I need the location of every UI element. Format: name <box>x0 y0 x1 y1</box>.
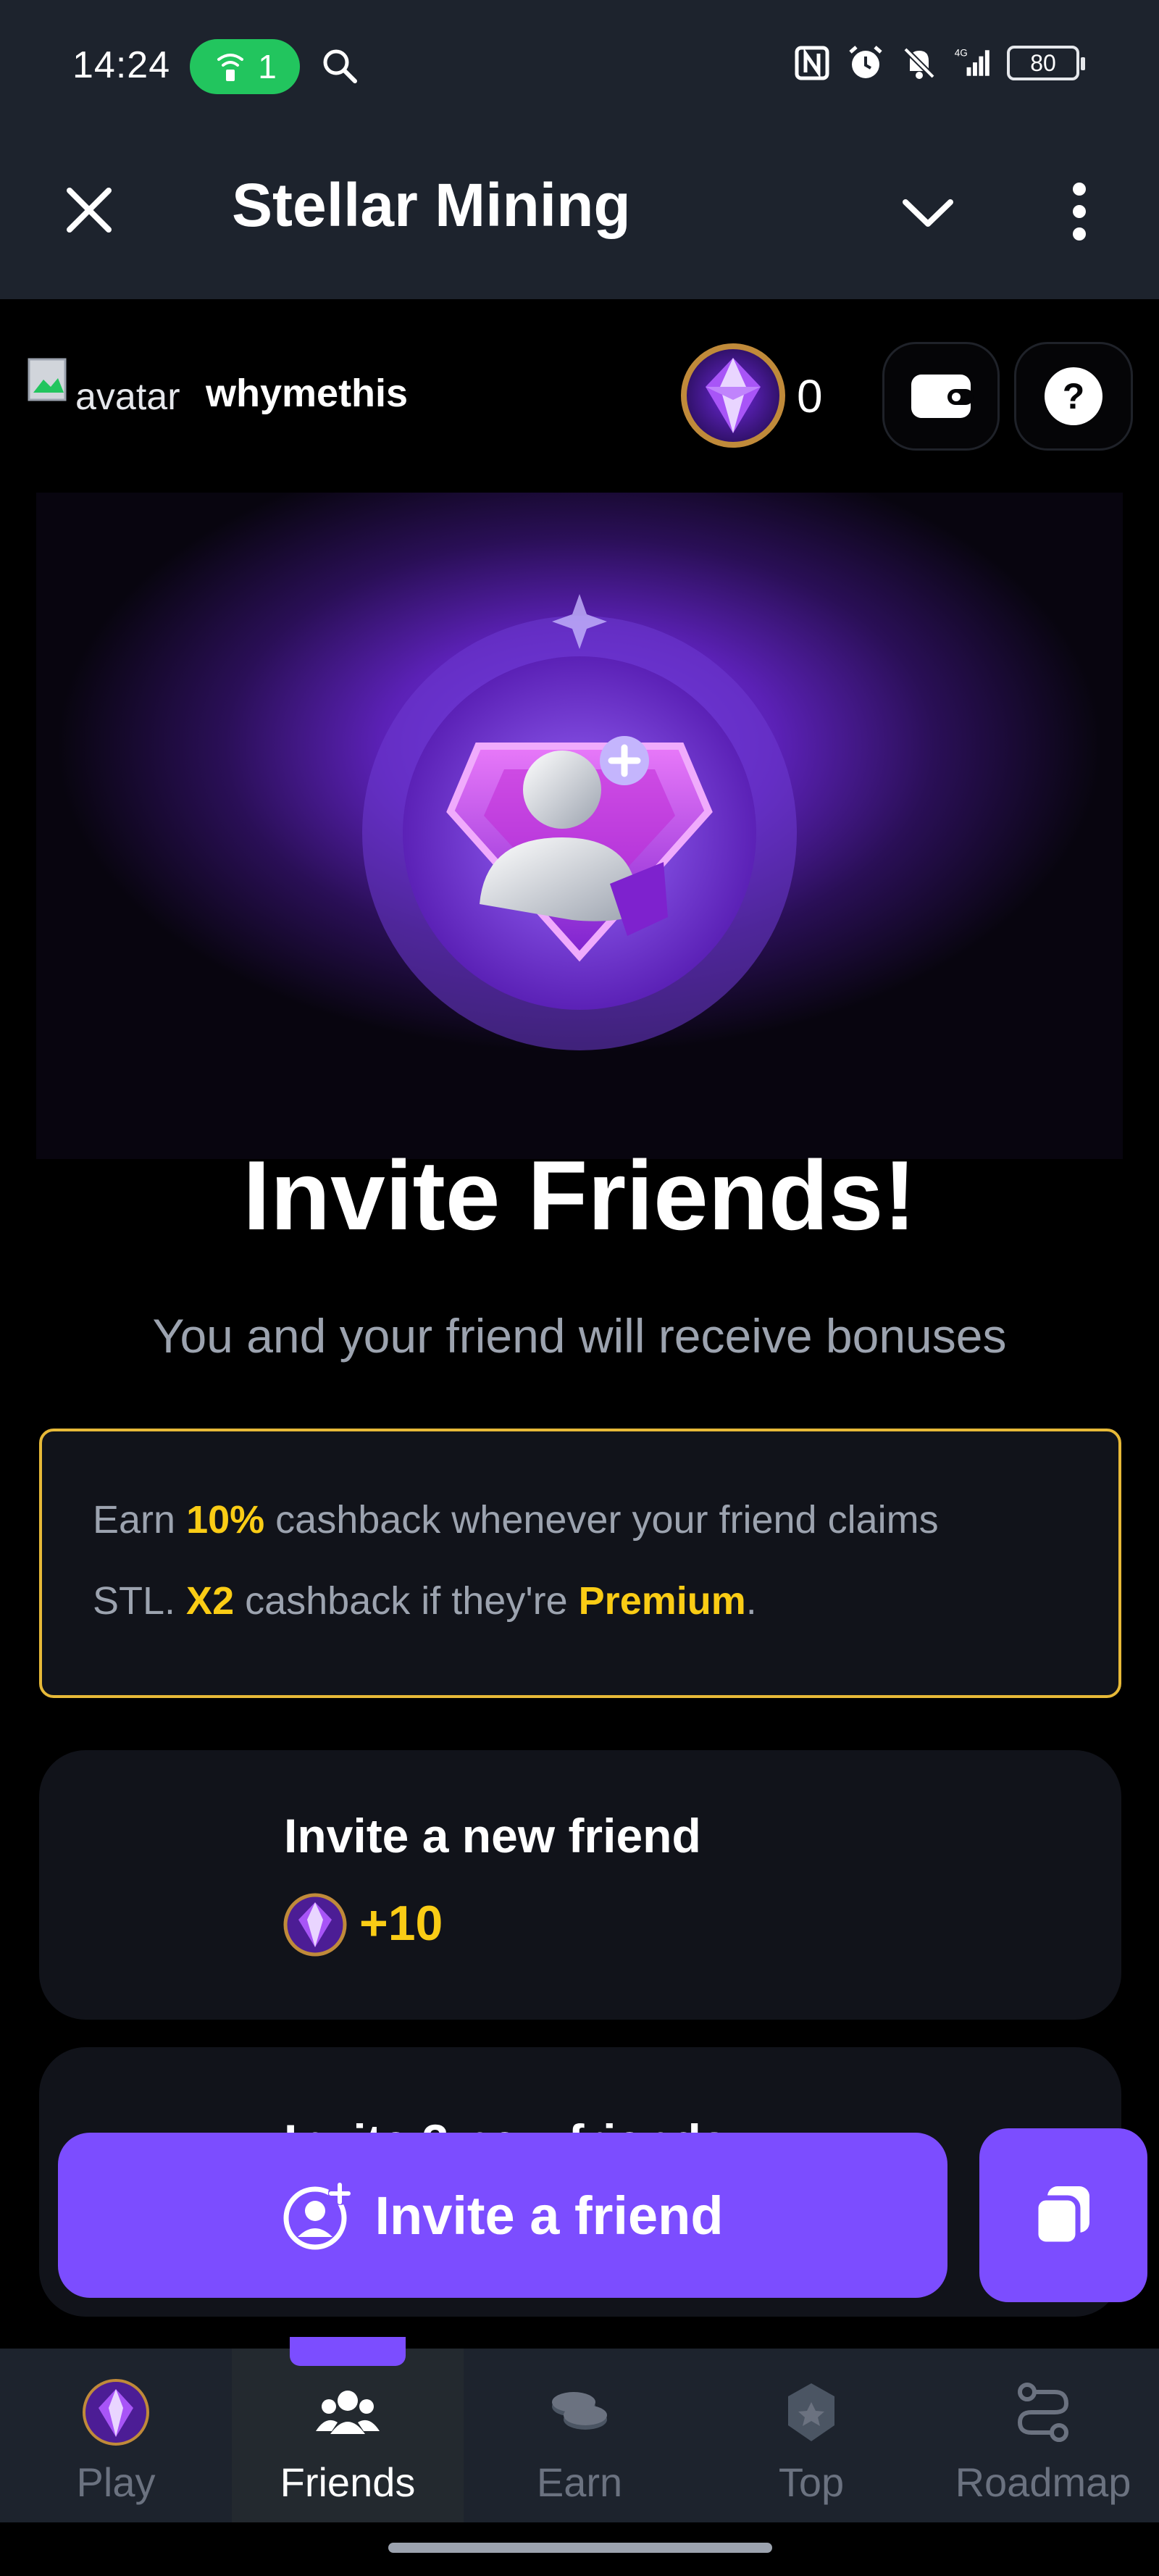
help-icon: ? <box>1045 367 1102 425</box>
status-bar: 14:24 1 4G 80 <box>0 0 1159 134</box>
nav-item-play[interactable]: Play <box>0 2349 232 2522</box>
invite-friend-label: Invite a friend <box>375 2185 724 2246</box>
friends-icon <box>316 2391 380 2434</box>
add-user-icon <box>283 2182 352 2250</box>
hotspot-count: 1 <box>258 48 277 85</box>
avatar[interactable] <box>26 356 77 407</box>
gem-icon <box>283 1893 347 1957</box>
cashback-multiplier: X2 <box>186 1579 235 1623</box>
gem-icon <box>83 2379 149 2446</box>
bottom-nav: Play Friends Earn Top Roadmap <box>0 2337 1159 2522</box>
nav-label: Top <box>778 2459 845 2505</box>
nav-label: Play <box>76 2459 156 2505</box>
wallet-icon <box>911 375 974 418</box>
trophy-icon <box>788 2383 834 2441</box>
nav-label: Earn <box>536 2459 623 2505</box>
close-icon[interactable] <box>57 177 122 243</box>
cashback-percent: 10% <box>186 1498 265 1542</box>
nav-label: Roadmap <box>955 2459 1131 2505</box>
app-title: Stellar Mining <box>232 171 631 239</box>
page-title: Invite Friends! <box>243 1140 916 1250</box>
nfc-icon <box>795 46 829 80</box>
hotspot-indicator: 1 <box>190 39 300 94</box>
kebab-menu-icon[interactable] <box>1050 179 1108 244</box>
nav-item-friends[interactable]: Friends <box>232 2337 464 2522</box>
hotspot-icon <box>217 54 244 81</box>
cashback-info-box: Earn 10% cashback whenever your friend c… <box>39 1429 1121 1698</box>
reward-value: +10 <box>359 1896 443 1951</box>
svg-text:?: ? <box>1063 376 1085 417</box>
invite-friend-badge-icon <box>362 594 797 1050</box>
reward-title: Invite a new friend <box>284 1809 701 1862</box>
home-indicator[interactable] <box>388 2543 772 2553</box>
username: whymethis <box>206 372 409 415</box>
signal-4g-icon: 4G <box>955 48 989 76</box>
copy-link-button[interactable] <box>979 2128 1147 2302</box>
nav-label: Friends <box>280 2459 416 2505</box>
reward-card: Invite a new friend +10 <box>39 1750 1121 2020</box>
nav-item-earn[interactable]: Earn <box>464 2349 695 2522</box>
cashback-text: Earn <box>93 1498 187 1542</box>
nav-item-top[interactable]: Top <box>695 2349 927 2522</box>
wallet-button[interactable] <box>882 342 1000 451</box>
cashback-text: cashback whenever your friend claims <box>264 1498 939 1542</box>
battery-icon: 80 <box>1007 46 1085 80</box>
chevron-down-icon[interactable] <box>895 179 961 244</box>
roadmap-icon <box>1017 2383 1069 2442</box>
balance-value: 0 <box>797 370 823 422</box>
bell-off-icon <box>903 47 935 79</box>
help-button[interactable]: ? <box>1014 342 1133 451</box>
avatar-alt-text: avatar <box>75 376 180 418</box>
gem-icon <box>681 343 785 448</box>
status-time: 14:24 <box>72 44 171 86</box>
invite-friend-button[interactable]: Invite a friend <box>58 2133 947 2298</box>
cashback-text: STL. <box>93 1579 187 1623</box>
cashback-line-2: STL. X2 cashback if they're Premium. <box>93 1560 1068 1642</box>
cashback-text: . <box>745 1579 757 1623</box>
status-icons: 4G 80 <box>792 43 1085 83</box>
copy-icon <box>1033 2186 1089 2247</box>
svg-text:4G: 4G <box>955 48 968 59</box>
battery-level: 80 <box>1030 49 1056 76</box>
alarm-icon <box>849 46 882 78</box>
user-row: avatar whymethis 0 ? <box>0 333 1159 456</box>
app-screen: 14:24 1 4G 80 Stellar Mining avatar whym… <box>0 0 1159 2576</box>
page-subtitle: You and your friend will receive bonuses <box>152 1309 1007 1363</box>
nav-item-roadmap[interactable]: Roadmap <box>927 2349 1159 2522</box>
premium-label: Premium <box>578 1579 746 1623</box>
cashback-line-1: Earn 10% cashback whenever your friend c… <box>93 1479 1068 1560</box>
active-indicator <box>290 2337 406 2366</box>
app-header: Stellar Mining <box>0 134 1159 299</box>
search-icon <box>323 49 357 83</box>
coins-icon <box>552 2392 607 2430</box>
cashback-text: cashback if they're <box>234 1579 579 1623</box>
hero-banner <box>36 493 1123 1159</box>
